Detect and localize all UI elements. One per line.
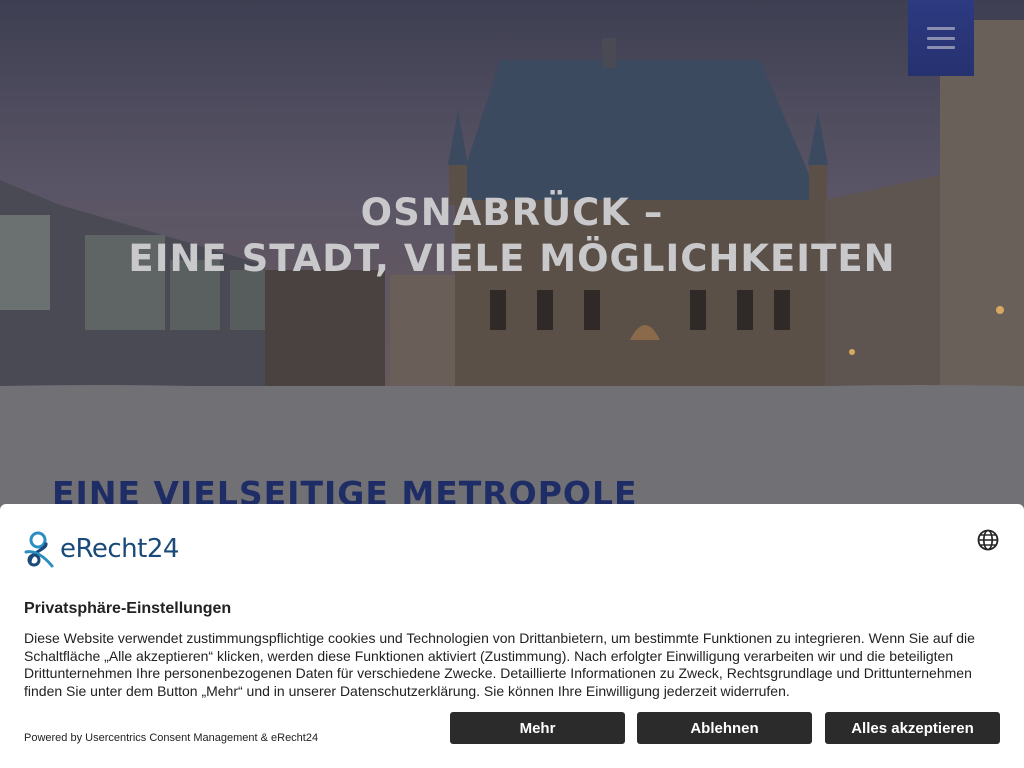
hero-title-line1: OSNABRÜCK – (360, 191, 664, 234)
erecht24-logo-icon (24, 531, 54, 568)
more-button[interactable]: Mehr (450, 712, 625, 744)
powered-by-text: Powered by Usercentrics Consent Manageme… (24, 732, 319, 744)
menu-button[interactable] (908, 0, 974, 76)
hero-image: OSNABRÜCK – EINE STADT, VIELE MÖGLICHKEI… (0, 0, 1024, 425)
hero-title: OSNABRÜCK – EINE STADT, VIELE MÖGLICHKEI… (0, 190, 1024, 282)
globe-icon[interactable] (977, 529, 999, 551)
consent-banner: eRecht24 Privatsphäre-Einstellungen Dies… (0, 504, 1024, 768)
decline-button[interactable]: Ablehnen (637, 712, 812, 744)
consent-title: Privatsphäre-Einstellungen (24, 600, 232, 617)
accept-all-button[interactable]: Alles akzeptieren (825, 712, 1000, 744)
consent-description: Diese Website verwendet zustimmungspflic… (24, 630, 975, 699)
erecht24-logo: eRecht24 (24, 530, 179, 568)
hamburger-menu-icon (927, 27, 955, 49)
logo-text: eRecht24 (60, 534, 179, 564)
hero-title-line2: EINE STADT, VIELE MÖGLICHKEITEN (128, 237, 896, 280)
